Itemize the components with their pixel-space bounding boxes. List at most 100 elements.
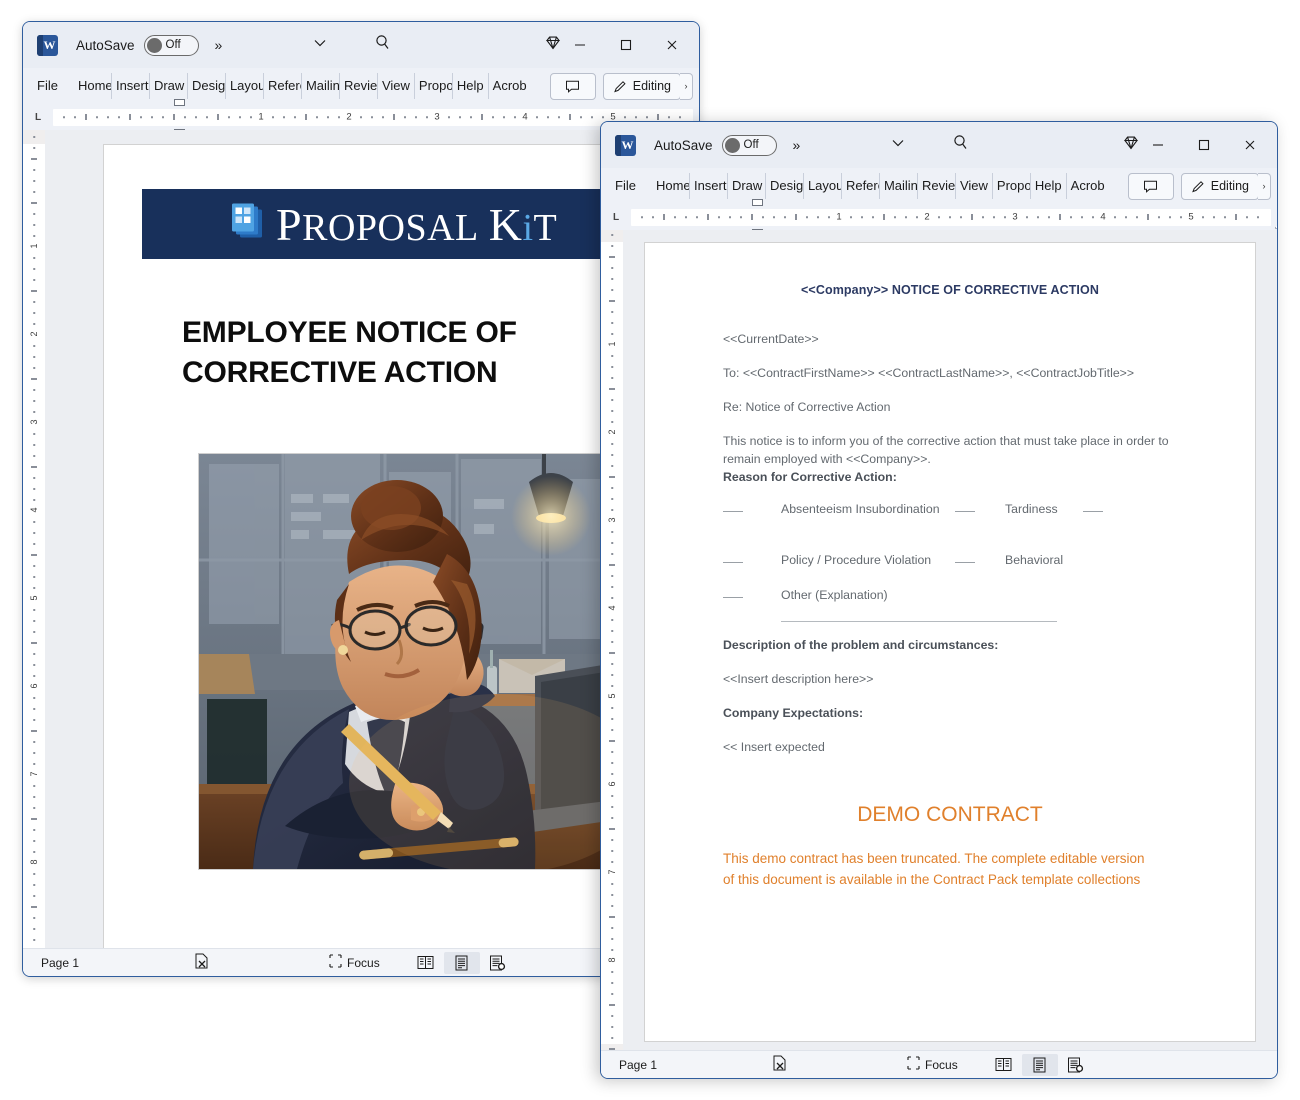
proofing-errors-icon[interactable] xyxy=(772,1055,787,1074)
comment-icon-button[interactable] xyxy=(549,72,596,100)
editing-button[interactable]: Editing xyxy=(602,72,681,100)
tab-file[interactable]: File xyxy=(609,173,642,199)
ribbon-tabs-2[interactable]: File Home Insert Draw Design Layout Refe… xyxy=(601,168,1277,204)
tab-proposal[interactable]: Proposal xyxy=(993,173,1031,199)
quick-access-more-button[interactable]: » xyxy=(215,37,223,53)
document-canvas-2[interactable]: <<Company>> NOTICE OF CORRECTIVE ACTION … xyxy=(623,230,1277,1050)
vertical-ruler-tick-minor xyxy=(611,355,613,357)
editing-mode-control[interactable]: Editing › xyxy=(1174,172,1271,200)
editing-chevron-icon[interactable]: › xyxy=(1258,172,1271,200)
web-layout-icon[interactable] xyxy=(480,952,516,974)
focus-mode-button[interactable]: Focus xyxy=(329,954,380,971)
tab-insert[interactable]: Insert xyxy=(690,173,728,199)
chevron-down-icon[interactable] xyxy=(311,34,329,57)
vertical-ruler-tick-minor xyxy=(33,356,35,358)
editing-mode-control[interactable]: Editing › xyxy=(596,72,693,100)
tab-acrobat[interactable]: Acrobat xyxy=(489,73,527,99)
search-icon[interactable] xyxy=(951,133,971,158)
tab-draw[interactable]: Draw xyxy=(728,173,766,199)
tab-view[interactable]: View xyxy=(956,173,993,199)
editing-chevron-icon[interactable]: › xyxy=(680,72,693,100)
minimize-button[interactable] xyxy=(1135,124,1181,166)
brand-t: T xyxy=(533,206,558,249)
checkbox-blank-1c[interactable] xyxy=(1083,511,1103,512)
tab-mailings[interactable]: Mailings xyxy=(880,173,918,199)
document-page-1[interactable]: PROPOSAL KiT EMPLOYEE NOTICE OF CORRECTI… xyxy=(103,144,641,948)
page-number-label[interactable]: Page 1 xyxy=(41,956,79,970)
tab-help[interactable]: Help xyxy=(1031,173,1067,199)
maximize-button[interactable] xyxy=(603,24,649,66)
page-number-label[interactable]: Page 1 xyxy=(619,1058,657,1072)
vertical-ruler-tick-minor xyxy=(611,806,613,808)
close-button[interactable] xyxy=(649,24,695,66)
tab-design[interactable]: Design xyxy=(188,73,226,99)
tab-mailings[interactable]: Mailings xyxy=(302,73,340,99)
vertical-ruler-tick-minor xyxy=(33,741,35,743)
search-icon[interactable] xyxy=(373,33,393,58)
maximize-button[interactable] xyxy=(1181,124,1227,166)
vertical-ruler-tick-minor xyxy=(33,565,35,567)
tab-home[interactable]: Home xyxy=(652,173,690,199)
quick-access-more-button[interactable]: » xyxy=(793,137,801,153)
tab-review[interactable]: Review xyxy=(918,173,956,199)
ruler-tick-minor xyxy=(1246,216,1248,218)
word-window-1[interactable]: W AutoSave Off » File Home Insert Draw D… xyxy=(22,21,700,977)
titlebar-window-2: W AutoSave Off » xyxy=(601,122,1277,168)
tab-file[interactable]: File xyxy=(31,73,64,99)
tab-view[interactable]: View xyxy=(378,73,415,99)
web-layout-icon[interactable] xyxy=(1058,1054,1094,1076)
right-indent-marker[interactable] xyxy=(1274,221,1277,229)
horizontal-ruler-2[interactable]: L 1 2 3 4 5 xyxy=(601,198,1277,236)
horizontal-ruler-1[interactable]: L 12345 xyxy=(23,98,699,136)
checkbox-blank-2b[interactable] xyxy=(955,562,975,563)
autosave-toggle[interactable]: Off xyxy=(143,34,199,56)
chevron-down-icon[interactable] xyxy=(889,134,907,157)
ruler-bar-1[interactable]: 12345 xyxy=(53,98,699,136)
word-window-2[interactable]: W AutoSave Off » File Home Insert Draw D… xyxy=(600,121,1278,1079)
tab-draw[interactable]: Draw xyxy=(150,73,188,99)
document-page-2[interactable]: <<Company>> NOTICE OF CORRECTIVE ACTION … xyxy=(644,242,1256,1042)
first-line-indent-marker[interactable] xyxy=(752,198,763,206)
ruler-tick-major xyxy=(569,114,571,120)
tab-stop-selector[interactable]: L xyxy=(601,212,631,223)
doc2-re-line: Re: Notice of Corrective Action xyxy=(723,400,891,414)
focus-mode-button[interactable]: Focus xyxy=(907,1056,958,1073)
tab-acrobat[interactable]: Acrobat xyxy=(1067,173,1105,199)
doc2-other-explanation-line[interactable] xyxy=(781,621,1057,622)
vertical-ruler-tick-minor xyxy=(33,136,35,138)
vertical-ruler-tick-minor xyxy=(33,235,35,237)
print-layout-icon[interactable] xyxy=(1021,1053,1058,1076)
tab-review[interactable]: Review xyxy=(340,73,378,99)
tab-references[interactable]: References xyxy=(842,173,880,199)
diamond-icon[interactable] xyxy=(543,33,563,58)
tab-stop-selector[interactable]: L xyxy=(23,112,53,123)
diamond-icon[interactable] xyxy=(1121,133,1141,158)
checkbox-blank-1a[interactable] xyxy=(723,511,743,512)
tab-help[interactable]: Help xyxy=(453,73,489,99)
read-mode-icon[interactable] xyxy=(408,952,444,974)
tab-home[interactable]: Home xyxy=(74,73,112,99)
checkbox-blank-3a[interactable] xyxy=(723,597,743,598)
first-line-indent-marker[interactable] xyxy=(174,98,185,106)
tab-references[interactable]: References xyxy=(264,73,302,99)
tab-proposal[interactable]: Proposal xyxy=(415,73,453,99)
tab-layout[interactable]: Layout xyxy=(226,73,264,99)
read-mode-icon[interactable] xyxy=(986,1054,1022,1076)
print-layout-icon[interactable] xyxy=(443,951,480,974)
comment-icon-button[interactable] xyxy=(1127,172,1174,200)
tab-insert[interactable]: Insert xyxy=(112,73,150,99)
businesswoman-writing-at-desk-illustration[interactable] xyxy=(198,453,615,870)
checkbox-blank-2a[interactable] xyxy=(723,562,743,563)
ribbon-tabs-1[interactable]: File Home Insert Draw Design Layout Refe… xyxy=(23,68,699,104)
editing-button[interactable]: Editing xyxy=(1180,172,1259,200)
proofing-errors-icon[interactable] xyxy=(194,953,209,972)
ruler-tick-minor xyxy=(162,116,164,118)
autosave-toggle[interactable]: Off xyxy=(721,134,777,156)
tab-design[interactable]: Design xyxy=(766,173,804,199)
ruler-bar-2[interactable]: 1 2 3 4 5 xyxy=(631,198,1277,236)
checkbox-blank-1b[interactable] xyxy=(955,511,975,512)
close-button[interactable] xyxy=(1227,124,1273,166)
minimize-button[interactable] xyxy=(557,24,603,66)
tab-layout[interactable]: Layout xyxy=(804,173,842,199)
brand-k: K xyxy=(488,198,523,250)
